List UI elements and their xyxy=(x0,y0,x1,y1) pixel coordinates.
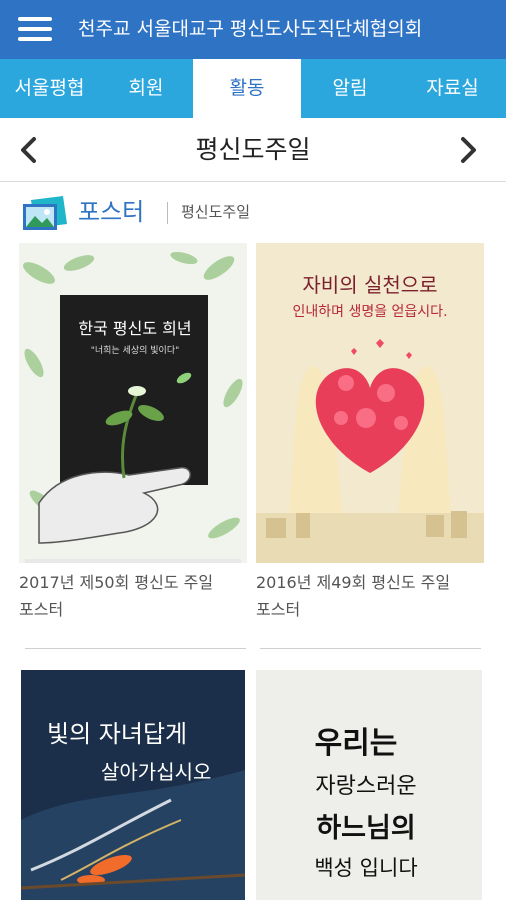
row-divider xyxy=(25,648,246,649)
poster-heading: 우리는 xyxy=(314,726,398,761)
sub-navigation: 평신도주일 xyxy=(0,118,506,182)
poster-heading: 빛의 자녀답게 xyxy=(47,720,188,748)
poster-image: 우리는 자랑스러운 하느님의 백성 입니다 xyxy=(256,670,482,900)
poster-card[interactable]: 우리는 자랑스러운 하느님의 백성 입니다 xyxy=(256,670,482,900)
poster-card[interactable]: 한국 평신도 희년 "너희는 세상의 빛이다" 2017년 제50회 평신도 주… xyxy=(19,243,249,623)
poster-caption: 2016년 제49회 평신도 주일 포스터 xyxy=(256,569,486,623)
row-divider xyxy=(260,648,481,649)
poster-title: 2016년 제49회 평신도 주일 xyxy=(256,573,451,592)
main-tabs: 서울평협 회원 활동 알림 자료실 xyxy=(0,59,506,118)
section-divider xyxy=(167,202,168,224)
poster-heading: 한국 평신도 희년 xyxy=(78,319,192,338)
poster-heading: 자비의 실천으로 xyxy=(302,273,438,297)
poster-card[interactable]: 빛의 자녀답게 살아가십시오 xyxy=(21,670,245,900)
poster-card[interactable]: 자비의 실천으로 인내하며 생명을 얻읍시다. 2016년 제49회 평신도 주… xyxy=(256,243,486,623)
section-header: 포스터 평신도주일 xyxy=(0,190,506,234)
poster-subheading: "너희는 세상의 빛이다" xyxy=(90,346,180,356)
tab-notices[interactable]: 알림 xyxy=(301,59,399,118)
section-title: 포스터 xyxy=(78,198,145,226)
poster-caption: 2017년 제50회 평신도 주일 포스터 xyxy=(19,569,249,623)
prev-button[interactable] xyxy=(16,118,56,181)
chevron-left-icon xyxy=(21,137,36,163)
next-button[interactable] xyxy=(455,118,495,181)
tab-members[interactable]: 회원 xyxy=(99,59,193,118)
tab-seoul-council[interactable]: 서울평협 xyxy=(0,59,99,118)
poster-type: 포스터 xyxy=(256,600,301,619)
poster-type: 포스터 xyxy=(19,600,64,619)
picture-icon xyxy=(23,196,67,230)
section-subtitle: 평신도주일 xyxy=(181,203,251,221)
app-bar: 천주교 서울대교구 평신도사도직단체협의회 xyxy=(0,0,506,59)
poster-image: 한국 평신도 희년 "너희는 세상의 빛이다" xyxy=(19,243,247,563)
poster-image: 빛의 자녀답게 살아가십시오 xyxy=(21,670,245,900)
poster-title: 2017년 제50회 평신도 주일 xyxy=(19,573,214,592)
poster-subheading-3: 백성 입니다 xyxy=(314,856,418,880)
menu-icon[interactable] xyxy=(18,17,52,41)
poster-subheading: 인내하며 생명을 얻읍시다. xyxy=(292,304,448,320)
poster-image: 자비의 실천으로 인내하며 생명을 얻읍시다. xyxy=(256,243,484,563)
poster-subheading: 살아가십시오 xyxy=(101,760,212,784)
poster-subheading: 자랑스러운 xyxy=(315,774,417,799)
tab-archive[interactable]: 자료실 xyxy=(399,59,506,118)
poster-subheading-2: 하느님의 xyxy=(316,813,416,844)
app-title: 천주교 서울대교구 평신도사도직단체협의회 xyxy=(78,18,423,40)
page-title: 평신도주일 xyxy=(195,135,311,164)
tab-activities[interactable]: 활동 xyxy=(193,59,301,118)
chevron-right-icon xyxy=(461,137,476,163)
